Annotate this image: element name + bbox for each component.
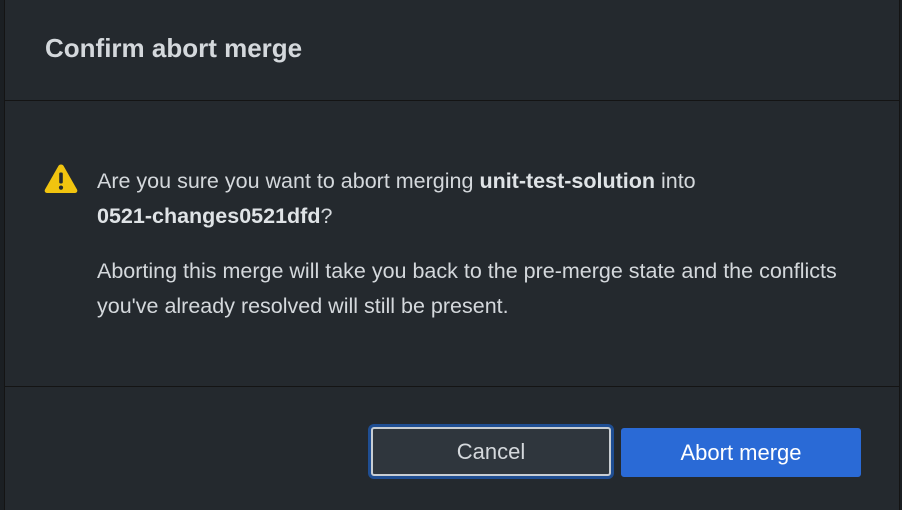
abort-explanation: Aborting this merge will take you back t… (97, 259, 837, 318)
dialog-title: Confirm abort merge (45, 33, 303, 63)
warning-triangle-icon (43, 161, 79, 197)
question-prefix: Are you sure you want to abort merging (97, 169, 480, 193)
question-middle: into (655, 169, 696, 193)
cancel-button[interactable]: Cancel (371, 427, 611, 476)
abort-merge-button[interactable]: Abort merge (621, 428, 861, 477)
dialog-body: Are you sure you want to abort merging u… (5, 101, 899, 387)
dialog-footer: Cancel Abort merge (5, 387, 899, 510)
confirm-message: Are you sure you want to abort merging u… (97, 164, 859, 324)
confirm-question: Are you sure you want to abort merging u… (97, 164, 859, 234)
target-branch-name: 0521-changes0521dfd (97, 204, 321, 228)
source-branch-name: unit-test-solution (479, 169, 655, 193)
question-suffix: ? (320, 204, 333, 228)
confirm-abort-merge-dialog: Confirm abort merge Are you sure you wan… (4, 0, 900, 510)
dialog-header: Confirm abort merge (5, 0, 899, 101)
